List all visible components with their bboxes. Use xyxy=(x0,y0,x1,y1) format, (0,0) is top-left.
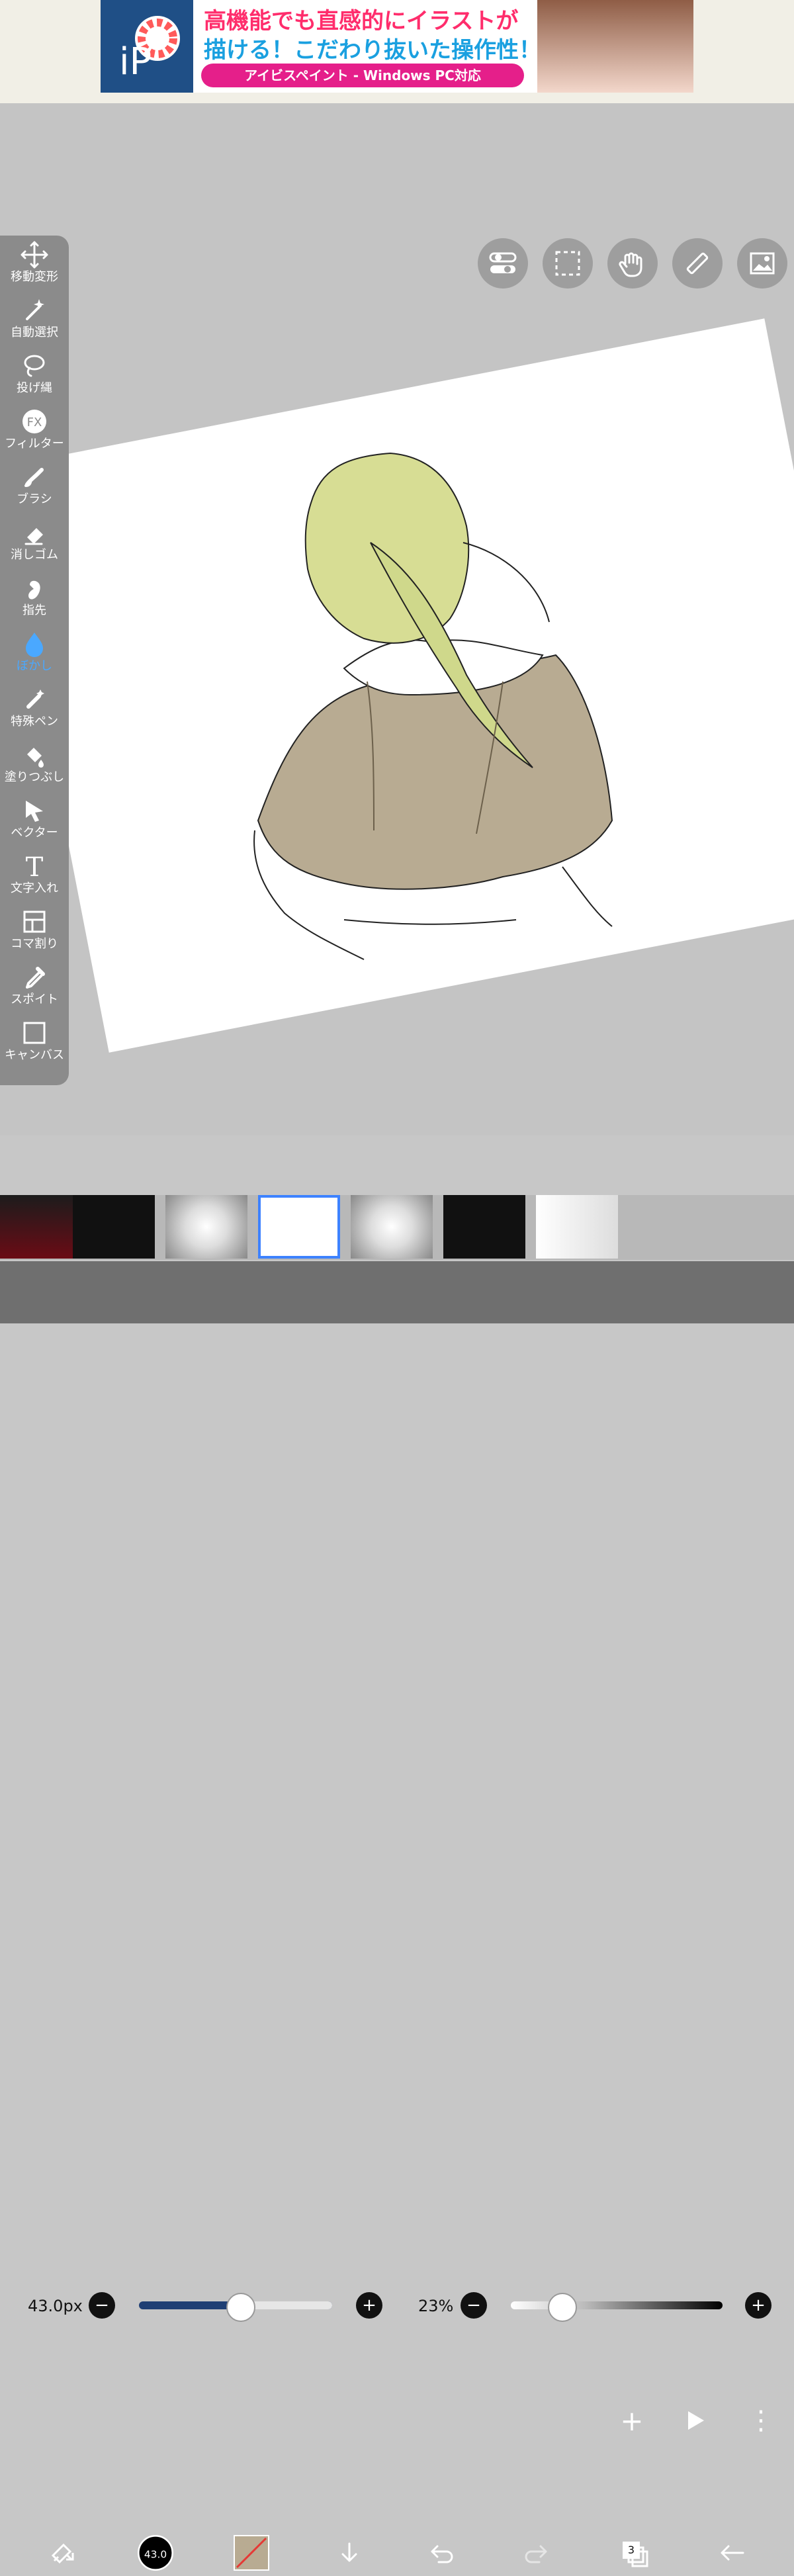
swap-brush-icon xyxy=(51,2543,74,2564)
frame-4[interactable] xyxy=(258,1195,340,1259)
frame-2[interactable] xyxy=(73,1195,155,1259)
brush-preview-icon: 43.0 xyxy=(138,2535,173,2571)
tool-4[interactable]: FX フィルター xyxy=(0,402,69,458)
color-swap-button[interactable] xyxy=(42,2533,82,2573)
tool-6[interactable]: 消しゴム xyxy=(0,513,69,569)
frame-1[interactable] xyxy=(0,1195,82,1259)
frame-3[interactable] xyxy=(165,1195,247,1259)
special-pen-icon xyxy=(26,689,44,709)
canvas-icon xyxy=(23,1022,46,1044)
tool-12[interactable]: T 文字入れ xyxy=(0,847,69,903)
back-button[interactable] xyxy=(712,2533,752,2573)
opacity-slider[interactable] xyxy=(511,2301,723,2309)
tool-label: キャンバス xyxy=(5,1048,64,1062)
tool-label: 指先 xyxy=(22,603,46,617)
tool-8[interactable]: ぼかし xyxy=(0,625,69,680)
tool-label: スポイト xyxy=(11,993,58,1006)
play-button[interactable] xyxy=(675,2401,715,2440)
save-button[interactable] xyxy=(330,2533,369,2573)
tool-7[interactable]: 指先 xyxy=(0,569,69,625)
left-toolbar: 移動変形自動選択投げ縄 FX フィルターブラシ消しゴム指先ぼかし特殊ペン塗りつぶしベ… xyxy=(0,236,69,1085)
ad-content[interactable]: iP 高機能でも直感的にイラストが 描ける！こだわり抜いた操作性！ アイビスペイ… xyxy=(101,0,693,93)
vector-icon xyxy=(26,801,43,822)
panel-icon xyxy=(23,910,46,933)
frame-6[interactable] xyxy=(443,1195,525,1259)
tool-label: 文字入れ xyxy=(11,881,58,895)
brush-size-label: 43.0px xyxy=(28,2297,83,2315)
add-frame-button[interactable]: + xyxy=(612,2401,652,2440)
character-illustration xyxy=(253,452,613,960)
tool-13[interactable]: コマ割り xyxy=(0,903,69,958)
ad-line-1: 高機能でも直感的にイラストが xyxy=(204,8,519,34)
brush-size-knob[interactable] xyxy=(226,2293,255,2322)
redo-button[interactable] xyxy=(516,2533,556,2573)
play-icon xyxy=(688,2411,704,2430)
back-arrow-icon xyxy=(721,2545,744,2561)
ad-character-image xyxy=(537,0,693,93)
tool-label: 塗りつぶし xyxy=(4,770,65,784)
redo-icon xyxy=(525,2545,547,2563)
frame-7[interactable] xyxy=(536,1195,618,1259)
magic-wand-icon xyxy=(26,299,44,320)
more-button[interactable]: ⋮ xyxy=(741,2401,781,2440)
svg-text:T: T xyxy=(26,852,44,881)
tool-10[interactable]: 塗りつぶし xyxy=(0,736,69,791)
advertisement-banner[interactable]: iP 高機能でも直感的にイラストが 描ける！こだわり抜いた操作性！ アイビスペイ… xyxy=(0,0,794,105)
filter-icon: FX xyxy=(22,410,46,433)
tool-label: 自動選択 xyxy=(11,326,58,339)
tool-label: 消しゴム xyxy=(11,548,58,562)
logo-text: iP xyxy=(119,40,152,83)
tool-1[interactable]: 移動変形 xyxy=(0,236,69,291)
finger-icon xyxy=(28,580,40,600)
eraser-icon xyxy=(24,528,43,545)
undo-icon xyxy=(431,2545,453,2563)
bottom-bar: 43.0 3 xyxy=(0,1261,794,2571)
canvas-workspace[interactable] xyxy=(0,103,794,1135)
ad-line-3: アイビスペイント - Windows PC対応 xyxy=(201,64,524,87)
text-icon: T xyxy=(26,852,44,881)
brush-size-minus-button[interactable]: − xyxy=(89,2292,115,2319)
tool-5[interactable]: ブラシ xyxy=(0,458,69,513)
svg-text:43.0: 43.0 xyxy=(144,2549,167,2561)
tool-label: フィルター xyxy=(5,437,64,451)
move-icon xyxy=(21,241,48,269)
tool-label: 投げ縄 xyxy=(17,381,52,395)
undo-button[interactable] xyxy=(422,2533,462,2573)
animation-filmstrip: + ⋮ xyxy=(0,1195,794,2437)
lasso-icon xyxy=(24,355,45,377)
brush-size-plus-button[interactable]: + xyxy=(356,2292,382,2319)
tool-3[interactable]: 投げ縄 xyxy=(0,347,69,402)
opacity-knob[interactable] xyxy=(548,2293,577,2322)
color-swatch-icon xyxy=(234,2535,269,2571)
tool-label: 特殊ペン xyxy=(11,715,58,729)
tool-label: 移動変形 xyxy=(11,270,58,284)
down-arrow-icon xyxy=(341,2542,357,2562)
color-button[interactable] xyxy=(232,2533,271,2573)
ad-line-2: 描ける！こだわり抜いた操作性！ xyxy=(204,37,541,64)
brush-controls: 43.0px − + 23% − + xyxy=(0,1135,794,2322)
opacity-plus-button[interactable]: + xyxy=(745,2292,772,2319)
tool-11[interactable]: ベクター xyxy=(0,791,69,847)
frame-5[interactable] xyxy=(351,1195,433,1259)
layer-count-badge: 3 xyxy=(623,2542,640,2559)
brush-size-button[interactable]: 43.0 xyxy=(136,2533,175,2573)
tool-14[interactable]: スポイト xyxy=(0,958,69,1014)
fill-icon xyxy=(27,748,44,768)
tool-15[interactable]: キャンバス xyxy=(0,1014,69,1069)
tool-label: コマ割り xyxy=(11,937,58,951)
tool-label: ブラシ xyxy=(17,492,52,506)
svg-text:FX: FX xyxy=(27,416,42,429)
eyedropper-icon xyxy=(26,967,45,989)
brush-icon xyxy=(24,468,44,487)
blur-icon xyxy=(26,633,43,657)
tool-2[interactable]: 自動選択 xyxy=(0,291,69,347)
logo-graphic: iP xyxy=(119,16,180,83)
tool-label: ベクター xyxy=(11,826,58,840)
ibis-paint-logo: iP xyxy=(101,0,193,93)
tool-label: ぼかし xyxy=(17,659,52,673)
opacity-minus-button[interactable]: − xyxy=(461,2292,487,2319)
opacity-label: 23% xyxy=(418,2297,454,2315)
tool-9[interactable]: 特殊ペン xyxy=(0,680,69,736)
